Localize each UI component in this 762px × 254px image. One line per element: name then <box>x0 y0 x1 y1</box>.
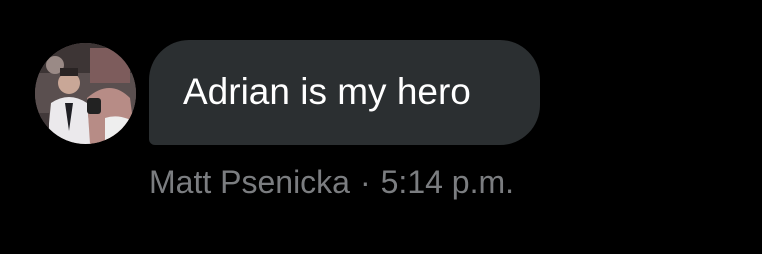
meta-separator: · <box>359 164 371 200</box>
sender-name: Matt Psenicka <box>149 164 350 200</box>
message-meta: Matt Psenicka · 5:14 p.m. <box>149 163 514 201</box>
avatar-photo-icon <box>35 43 136 144</box>
message-timestamp: 5:14 p.m. <box>380 164 515 200</box>
chat-message-row: Adrian is my hero Matt Psenicka · 5:14 p.m… <box>0 0 762 254</box>
message-bubble[interactable]: Adrian is my hero <box>149 40 540 145</box>
message-text: Adrian is my hero <box>183 71 471 112</box>
sender-avatar[interactable] <box>35 43 136 144</box>
